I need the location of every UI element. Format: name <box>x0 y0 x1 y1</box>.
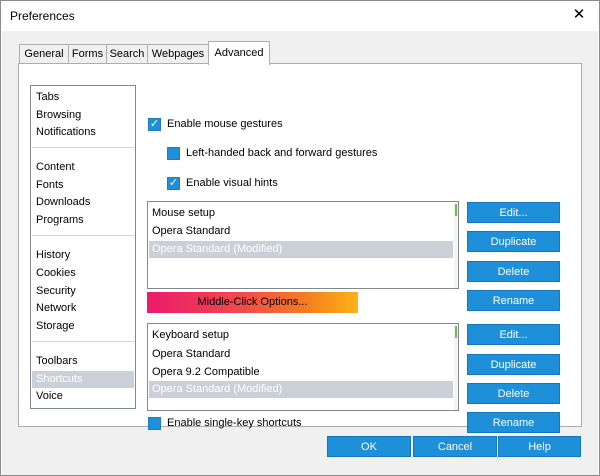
sidebar-item-cookies[interactable]: Cookies <box>32 265 134 282</box>
sidebar-item-shortcuts[interactable]: Shortcuts <box>32 371 134 388</box>
sidebar-item-storage[interactable]: Storage <box>32 318 134 335</box>
mouse-gestures-label: Enable mouse gestures <box>167 118 283 130</box>
mouse-delete-button[interactable]: Delete <box>467 261 560 282</box>
tab-forms[interactable]: Forms <box>68 44 107 64</box>
mouse-gestures-checkbox[interactable]: ✓ <box>148 118 161 131</box>
tab-webpages[interactable]: Webpages <box>147 44 209 64</box>
sidebar-item-voice[interactable]: Voice <box>32 388 134 405</box>
sidebar-divider <box>32 341 134 342</box>
keyboard-duplicate-button[interactable]: Duplicate <box>467 354 560 375</box>
title-bar: Preferences ✕ <box>1 1 599 31</box>
left-handed-checkbox[interactable] <box>167 147 180 160</box>
tab-advanced[interactable]: Advanced <box>208 41 270 65</box>
advanced-tab-panel: Tabs Browsing Notifications Content Font… <box>18 63 582 433</box>
sidebar-item-notifications[interactable]: Notifications <box>32 124 134 141</box>
keyboard-rename-button[interactable]: Rename <box>467 412 560 433</box>
visual-hints-label: Enable visual hints <box>186 177 278 189</box>
sidebar-item-content[interactable]: Content <box>32 159 134 176</box>
keyboard-delete-button[interactable]: Delete <box>467 383 560 404</box>
middle-click-options-button[interactable]: Middle-Click Options... <box>147 292 358 313</box>
list-item[interactable]: Mouse setup <box>149 205 453 222</box>
mouse-rename-button[interactable]: Rename <box>467 290 560 311</box>
sidebar-item-toolbars[interactable]: Toolbars <box>32 353 134 370</box>
list-item[interactable]: Opera Standard (Modified) <box>149 381 453 398</box>
mouse-edit-button[interactable]: Edit... <box>467 202 560 223</box>
mouse-duplicate-button[interactable]: Duplicate <box>467 231 560 252</box>
list-item[interactable]: Opera Standard (Modified) <box>149 241 453 258</box>
sidebar-divider <box>32 147 134 148</box>
dialog-client-area: General Forms Search Webpages Advanced T… <box>2 31 598 475</box>
sidebar-item-security[interactable]: Security <box>32 283 134 300</box>
keyboard-setup-list[interactable]: Keyboard setup Opera Standard Opera 9.2 … <box>147 323 459 411</box>
sidebar-divider <box>32 235 134 236</box>
list-item[interactable]: Opera 9.2 Compatible <box>149 364 453 381</box>
list-item[interactable]: Keyboard setup <box>149 327 453 344</box>
left-handed-label: Left-handed back and forward gestures <box>186 147 378 159</box>
cancel-button[interactable]: Cancel <box>413 436 497 457</box>
list-scrollbar[interactable] <box>454 324 458 410</box>
mouse-setup-list[interactable]: Mouse setup Opera Standard Opera Standar… <box>147 201 459 289</box>
sidebar-item-tabs[interactable]: Tabs <box>32 89 134 106</box>
sidebar-item-browsing[interactable]: Browsing <box>32 107 134 124</box>
ok-button[interactable]: OK <box>327 436 411 457</box>
window-title: Preferences <box>10 9 75 23</box>
sidebar-item-fonts[interactable]: Fonts <box>32 177 134 194</box>
list-scrollbar[interactable] <box>454 202 458 288</box>
list-item[interactable]: Opera Standard <box>149 223 453 240</box>
sidebar-item-network[interactable]: Network <box>32 300 134 317</box>
category-list[interactable]: Tabs Browsing Notifications Content Font… <box>30 85 136 409</box>
tab-general[interactable]: General <box>19 44 69 64</box>
sidebar-item-programs[interactable]: Programs <box>32 212 134 229</box>
single-key-checkbox[interactable] <box>148 417 161 430</box>
list-item[interactable]: Opera Standard <box>149 346 453 363</box>
single-key-label: Enable single-key shortcuts <box>167 417 302 429</box>
preferences-window: Preferences ✕ General Forms Search Webpa… <box>0 0 600 476</box>
tab-search[interactable]: Search <box>106 44 148 64</box>
keyboard-edit-button[interactable]: Edit... <box>467 324 560 345</box>
sidebar-item-downloads[interactable]: Downloads <box>32 194 134 211</box>
close-icon[interactable]: ✕ <box>569 5 589 25</box>
visual-hints-checkbox[interactable]: ✓ <box>167 177 180 190</box>
sidebar-item-history[interactable]: History <box>32 247 134 264</box>
help-button[interactable]: Help <box>498 436 581 457</box>
